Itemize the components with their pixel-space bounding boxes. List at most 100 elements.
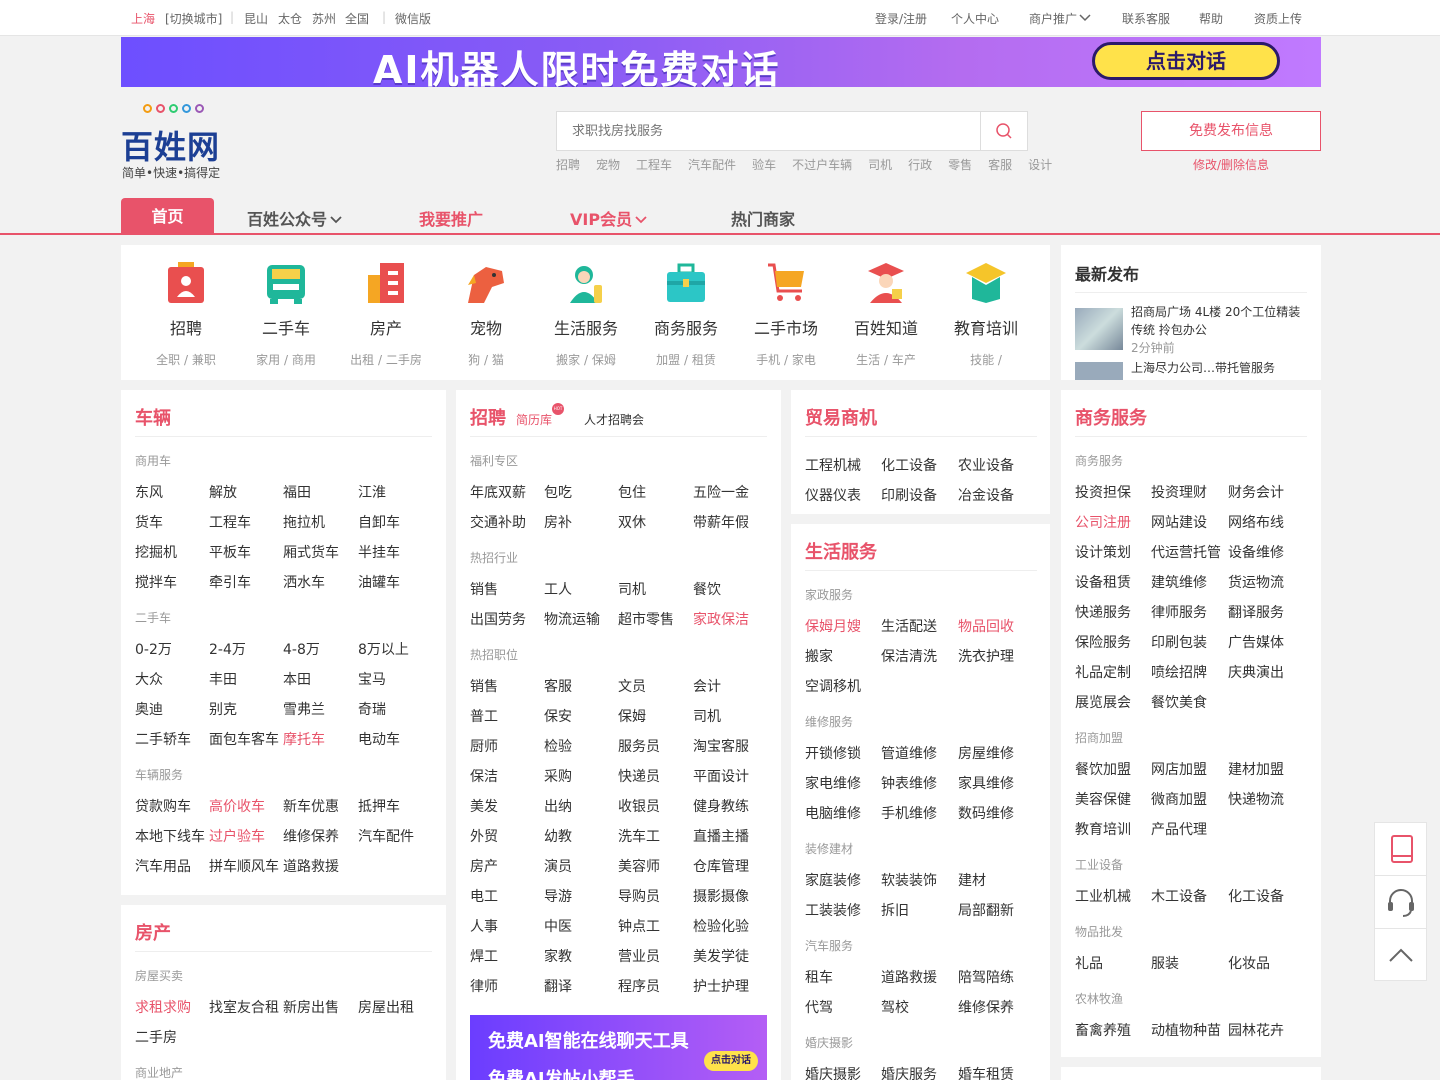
vehicle-link[interactable]: 挖掘机 bbox=[135, 542, 177, 562]
business-link[interactable]: 建筑维修 bbox=[1151, 572, 1207, 592]
job-link[interactable]: 人事 bbox=[470, 916, 498, 936]
hot-search-link[interactable]: 不过户车辆 bbox=[792, 158, 852, 172]
job-link[interactable]: 包住 bbox=[618, 482, 646, 502]
job-link[interactable]: 工人 bbox=[544, 579, 572, 599]
job-link[interactable]: 直播主播 bbox=[693, 826, 749, 846]
vehicle-link[interactable]: 拼车顺风车 bbox=[209, 856, 279, 876]
business-link[interactable]: 工业机械 bbox=[1075, 886, 1131, 906]
latest-thumbnail[interactable] bbox=[1075, 308, 1123, 350]
login-link[interactable]: 登录/注册 bbox=[875, 10, 927, 27]
job-link[interactable]: 平面设计 bbox=[693, 766, 749, 786]
vehicle-link[interactable]: 抵押车 bbox=[358, 796, 400, 816]
hot-search-link[interactable]: 设计 bbox=[1028, 158, 1052, 172]
vehicle-link[interactable]: 贷款购车 bbox=[135, 796, 191, 816]
vehicle-link[interactable]: 摩托车 bbox=[283, 729, 325, 749]
business-link[interactable]: 印刷包装 bbox=[1151, 632, 1207, 652]
life-link[interactable]: 保洁清洗 bbox=[881, 646, 937, 666]
business-link[interactable]: 公司注册 bbox=[1075, 512, 1131, 532]
business-link[interactable]: 设备租赁 bbox=[1075, 572, 1131, 592]
category-house[interactable]: 房产 出租 / 二手房 bbox=[336, 261, 436, 368]
job-fair-link[interactable]: 人才招聘会 bbox=[584, 411, 644, 428]
business-link[interactable]: 动植物种苗 bbox=[1151, 1020, 1221, 1040]
city-link-national[interactable]: 全国 bbox=[345, 10, 369, 27]
life-link[interactable]: 手机维修 bbox=[881, 803, 937, 823]
job-link[interactable]: 钟点工 bbox=[618, 916, 660, 936]
vehicle-link[interactable]: 道路救援 bbox=[283, 856, 339, 876]
life-link[interactable]: 婚庆摄影 bbox=[805, 1064, 861, 1080]
life-link[interactable]: 软装装饰 bbox=[881, 870, 937, 890]
business-link[interactable]: 设备维修 bbox=[1228, 542, 1284, 562]
life-link[interactable]: 家庭装修 bbox=[805, 870, 861, 890]
job-link[interactable]: 演员 bbox=[544, 856, 572, 876]
hot-search-link[interactable]: 零售 bbox=[948, 158, 972, 172]
business-link[interactable]: 礼品 bbox=[1075, 953, 1103, 973]
hot-search-link[interactable]: 招聘 bbox=[556, 158, 580, 172]
vehicle-link[interactable]: 本地下线车 bbox=[135, 826, 205, 846]
vehicle-link[interactable]: 宝马 bbox=[358, 669, 386, 689]
life-link[interactable]: 局部翻新 bbox=[958, 900, 1014, 920]
job-link[interactable]: 年底双薪 bbox=[470, 482, 526, 502]
life-link[interactable]: 空调移机 bbox=[805, 676, 861, 696]
search-input[interactable] bbox=[557, 112, 981, 150]
category-jobs[interactable]: 招聘 全职 / 兼职 bbox=[136, 261, 236, 368]
business-link[interactable]: 代运营托管 bbox=[1151, 542, 1221, 562]
category-baixing-knows[interactable]: 百姓知道 生活 / 车产 bbox=[836, 261, 936, 368]
life-link[interactable]: 家具维修 bbox=[958, 773, 1014, 793]
job-link[interactable]: 电工 bbox=[470, 886, 498, 906]
job-link[interactable]: 服务员 bbox=[618, 736, 660, 756]
job-link[interactable]: 保姆 bbox=[618, 706, 646, 726]
job-link[interactable]: 物流运输 bbox=[544, 609, 600, 629]
vehicle-link[interactable]: 奇瑞 bbox=[358, 699, 386, 719]
life-link[interactable]: 洗衣护理 bbox=[958, 646, 1014, 666]
business-link[interactable]: 礼品定制 bbox=[1075, 662, 1131, 682]
job-link[interactable]: 翻译 bbox=[544, 976, 572, 996]
life-link[interactable]: 租车 bbox=[805, 967, 833, 987]
vehicle-link[interactable]: 洒水车 bbox=[283, 572, 325, 592]
city-link-suzhou[interactable]: 苏州 bbox=[312, 10, 336, 27]
banner-chat-button[interactable]: 点击对话 bbox=[1092, 42, 1280, 80]
vehicle-link[interactable]: 福田 bbox=[283, 482, 311, 502]
job-link[interactable]: 检验 bbox=[544, 736, 572, 756]
business-link[interactable]: 保险服务 bbox=[1075, 632, 1131, 652]
section-title[interactable]: 生活服务 bbox=[805, 538, 877, 564]
vehicle-link[interactable]: 平板车 bbox=[209, 542, 251, 562]
latest-thumbnail[interactable] bbox=[1075, 362, 1123, 380]
hot-search-link[interactable]: 工程车 bbox=[636, 158, 672, 172]
mobile-app-button[interactable] bbox=[1375, 823, 1426, 876]
ai-chat-ad[interactable]: 免费AI智能在线聊天工具 免费AI发帖小帮手 点击对话 bbox=[470, 1015, 767, 1080]
vehicle-link[interactable]: 东风 bbox=[135, 482, 163, 502]
nav-vip[interactable]: VIP会员 bbox=[570, 206, 647, 230]
vehicle-link[interactable]: 油罐车 bbox=[358, 572, 400, 592]
category-life-service[interactable]: 生活服务 搬家 / 保姆 bbox=[536, 261, 636, 368]
job-link[interactable]: 程序员 bbox=[618, 976, 660, 996]
house-link[interactable]: 求租求购 bbox=[135, 997, 191, 1017]
job-link[interactable]: 采购 bbox=[544, 766, 572, 786]
city-link-kunshan[interactable]: 昆山 bbox=[244, 10, 268, 27]
ai-banner[interactable]: AI机器人限时免费对话 点击对话 bbox=[121, 37, 1321, 87]
business-link[interactable]: 木工设备 bbox=[1151, 886, 1207, 906]
nav-home[interactable]: 首页 bbox=[121, 198, 214, 233]
job-link[interactable]: 双休 bbox=[618, 512, 646, 532]
job-link[interactable]: 律师 bbox=[470, 976, 498, 996]
category-business[interactable]: 商务服务 加盟 / 租赁 bbox=[636, 261, 736, 368]
vehicle-link[interactable]: 解放 bbox=[209, 482, 237, 502]
life-link[interactable]: 婚车租赁 bbox=[958, 1064, 1014, 1080]
business-link[interactable]: 化工设备 bbox=[1228, 886, 1284, 906]
switch-city-link[interactable]: [切换城市] bbox=[165, 10, 222, 27]
life-link[interactable]: 家电维修 bbox=[805, 773, 861, 793]
category-secondhand[interactable]: 二手市场 手机 / 家电 bbox=[736, 261, 836, 368]
life-link[interactable]: 驾校 bbox=[881, 997, 909, 1017]
vehicle-link[interactable]: 8万以上 bbox=[358, 639, 409, 659]
trade-link[interactable]: 仪器仪表 bbox=[805, 485, 861, 505]
job-link[interactable]: 司机 bbox=[693, 706, 721, 726]
life-link[interactable]: 搬家 bbox=[805, 646, 833, 666]
category-used-cars[interactable]: 二手车 家用 / 商用 bbox=[236, 261, 336, 368]
job-link[interactable]: 保洁 bbox=[470, 766, 498, 786]
life-link[interactable]: 开锁修锁 bbox=[805, 743, 861, 763]
business-link[interactable]: 美容保健 bbox=[1075, 789, 1131, 809]
section-title[interactable]: 房产 bbox=[135, 919, 171, 945]
city-link-taicang[interactable]: 太仓 bbox=[278, 10, 302, 27]
hot-search-link[interactable]: 客服 bbox=[988, 158, 1012, 172]
resume-library-link[interactable]: 简历库 bbox=[516, 411, 552, 428]
job-link[interactable]: 导游 bbox=[544, 886, 572, 906]
